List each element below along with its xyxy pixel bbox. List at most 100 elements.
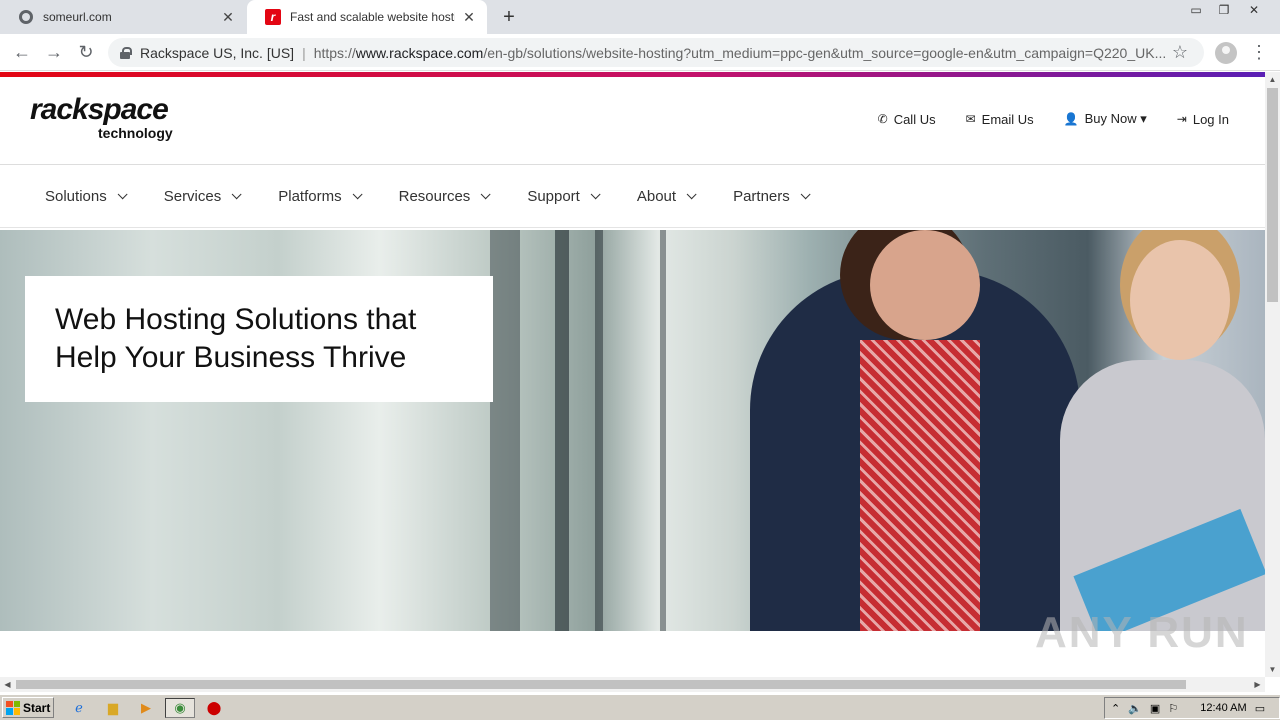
email-us-link[interactable]: ✉ Email Us <box>966 111 1034 127</box>
clock: 12:40 AM <box>1200 702 1247 714</box>
call-us-link[interactable]: ✆ Call Us <box>878 111 936 127</box>
scrollbar-thumb[interactable] <box>16 680 1186 689</box>
rackspace-logo[interactable]: rackspace technology <box>30 93 173 142</box>
nav-item-partners[interactable]: Partners <box>733 188 811 205</box>
log-in-link[interactable]: ⇥ Log In <box>1177 111 1229 127</box>
network-icon[interactable]: ▣ <box>1150 702 1160 715</box>
hero-title-line: Web Hosting Solutions that <box>55 303 417 336</box>
browser-toolbar: ← → ↻ Rackspace US, Inc. [US] | https://… <box>0 34 1280 71</box>
phone-icon: ✆ <box>877 112 888 126</box>
nav-label: Platforms <box>278 188 342 205</box>
nav-item-support[interactable]: Support <box>527 188 601 205</box>
opera-icon[interactable]: ⬤ <box>203 698 225 718</box>
restore-button[interactable]: ❐ <box>1210 0 1238 20</box>
nav-item-platforms[interactable]: Platforms <box>278 188 363 205</box>
scrollbar-thumb[interactable] <box>1267 88 1278 302</box>
nav-label: Solutions <box>45 188 107 205</box>
nav-label: About <box>636 188 677 205</box>
email-us-label: Email Us <box>981 111 1034 127</box>
hero-photo-detail <box>490 230 520 631</box>
tab-strip: someurl.com ✕ r Fast and scalable websit… <box>0 0 1280 34</box>
site-identity: Rackspace US, Inc. [US] <box>140 44 295 61</box>
nav-item-resources[interactable]: Resources <box>398 188 491 205</box>
tab-title: Fast and scalable website hosting se <box>290 10 455 24</box>
tab-close-icon[interactable]: ✕ <box>461 9 477 25</box>
hero-photo-detail <box>870 230 980 340</box>
browser-tab-active[interactable]: r Fast and scalable website hosting se ✕ <box>247 0 487 34</box>
hero-photo-detail <box>555 230 569 631</box>
sign-in-icon: ⇥ <box>1176 112 1187 126</box>
bookmark-star-icon[interactable]: ☆ <box>1172 42 1188 63</box>
logo-subtitle: technology <box>98 125 173 141</box>
tab-title: someurl.com <box>43 10 112 24</box>
nav-label: Support <box>527 188 580 205</box>
buy-now-dropdown[interactable]: 👤 Buy Now ▾ <box>1064 111 1147 127</box>
main-navigation: Solutions Services Platforms Resources S… <box>0 166 1265 228</box>
window-close-button[interactable]: ✕ <box>1240 0 1268 20</box>
utility-links: ✆ Call Us ✉ Email Us 👤 Buy Now ▾ ⇥ Log I… <box>878 111 1229 127</box>
new-tab-button[interactable]: + <box>498 6 520 28</box>
nav-label: Partners <box>733 188 790 205</box>
vertical-scrollbar[interactable]: ▲ ▼ <box>1265 72 1280 677</box>
show-desktop-icon[interactable]: ▭ <box>1255 702 1265 715</box>
chevron-down-icon <box>800 189 811 200</box>
volume-icon[interactable]: 🔈 <box>1128 702 1142 715</box>
nav-item-solutions[interactable]: Solutions <box>45 188 128 205</box>
back-button[interactable]: ← <box>10 40 34 64</box>
log-in-label: Log In <box>1192 111 1229 127</box>
browser-menu-icon[interactable]: ⋮ <box>1250 42 1268 64</box>
hero-headline-card: Web Hosting Solutions that Help Your Bus… <box>25 276 493 402</box>
user-plus-icon: 👤 <box>1063 112 1079 126</box>
chevron-down-icon <box>117 189 128 200</box>
globe-icon <box>18 9 34 25</box>
buy-now-label: Buy Now ▾ <box>1084 111 1147 126</box>
call-us-label: Call Us <box>893 111 936 127</box>
chevron-down-icon <box>352 189 363 200</box>
chevron-down-icon <box>590 189 601 200</box>
tray-expand-icon[interactable]: ⌃ <box>1111 702 1120 715</box>
nav-item-services[interactable]: Services <box>163 188 242 205</box>
scroll-down-arrow[interactable]: ▼ <box>1265 662 1280 677</box>
hero-photo-detail <box>1130 240 1230 360</box>
hero-photo-detail <box>860 340 980 631</box>
hero-title-line: Help Your Business Thrive <box>55 341 407 374</box>
nav-label: Resources <box>398 188 471 205</box>
url-host: www.rackspace.com <box>355 44 484 61</box>
forward-button[interactable]: → <box>42 40 66 64</box>
flag-icon[interactable]: ⚐ <box>1168 702 1178 715</box>
hero-photo-detail <box>595 230 603 631</box>
site-header: rackspace technology ✆ Call Us ✉ Email U… <box>0 77 1265 165</box>
chrome-taskbar-icon[interactable]: ◉ <box>165 698 195 718</box>
folder-icon[interactable]: ▆ <box>102 698 124 718</box>
start-label: Start <box>23 700 51 715</box>
url-scheme: https:// <box>313 44 356 61</box>
scroll-right-arrow[interactable]: ▶ <box>1250 677 1265 692</box>
hero-photo-detail <box>660 230 666 631</box>
logo-wordmark: rackspace <box>30 93 169 126</box>
horizontal-scrollbar[interactable]: ◀ ▶ <box>0 677 1265 692</box>
reload-button[interactable]: ↻ <box>74 40 98 64</box>
scroll-left-arrow[interactable]: ◀ <box>0 677 15 692</box>
system-tray: ⌃ 🔈 ▣ ⚐ 12:40 AM ▭ <box>1104 697 1280 719</box>
profile-avatar[interactable] <box>1215 42 1237 64</box>
media-player-icon[interactable]: ▶ <box>135 698 157 718</box>
browser-tab-inactive[interactable]: someurl.com ✕ <box>0 0 246 34</box>
address-bar[interactable]: Rackspace US, Inc. [US] | https://www.ra… <box>108 38 1204 67</box>
nav-label: Services <box>163 188 222 205</box>
windows-taskbar: Start ℯ ▆ ▶ ◉ ⬤ ⌃ 🔈 ▣ ⚐ 12:40 AM ▭ <box>0 694 1280 720</box>
rackspace-favicon-icon: r <box>265 9 281 25</box>
nav-item-about[interactable]: About <box>636 188 697 205</box>
windows-logo-icon <box>6 700 20 715</box>
hero-banner: Web Hosting Solutions that Help Your Bus… <box>0 230 1265 631</box>
anyrun-watermark: ANY RUN <box>1035 608 1249 657</box>
url-path: /en-gb/solutions/website-hosting?utm_med… <box>483 44 1167 61</box>
chevron-down-icon <box>480 189 491 200</box>
internet-explorer-icon[interactable]: ℯ <box>68 698 90 718</box>
lock-icon <box>120 46 132 59</box>
chevron-down-icon <box>686 189 697 200</box>
minimize-button[interactable]: ▭ <box>1182 0 1210 20</box>
scroll-up-arrow[interactable]: ▲ <box>1265 72 1280 87</box>
tab-close-icon[interactable]: ✕ <box>220 9 236 25</box>
start-button[interactable]: Start <box>2 697 54 718</box>
omnibox-separator: | <box>302 44 306 61</box>
